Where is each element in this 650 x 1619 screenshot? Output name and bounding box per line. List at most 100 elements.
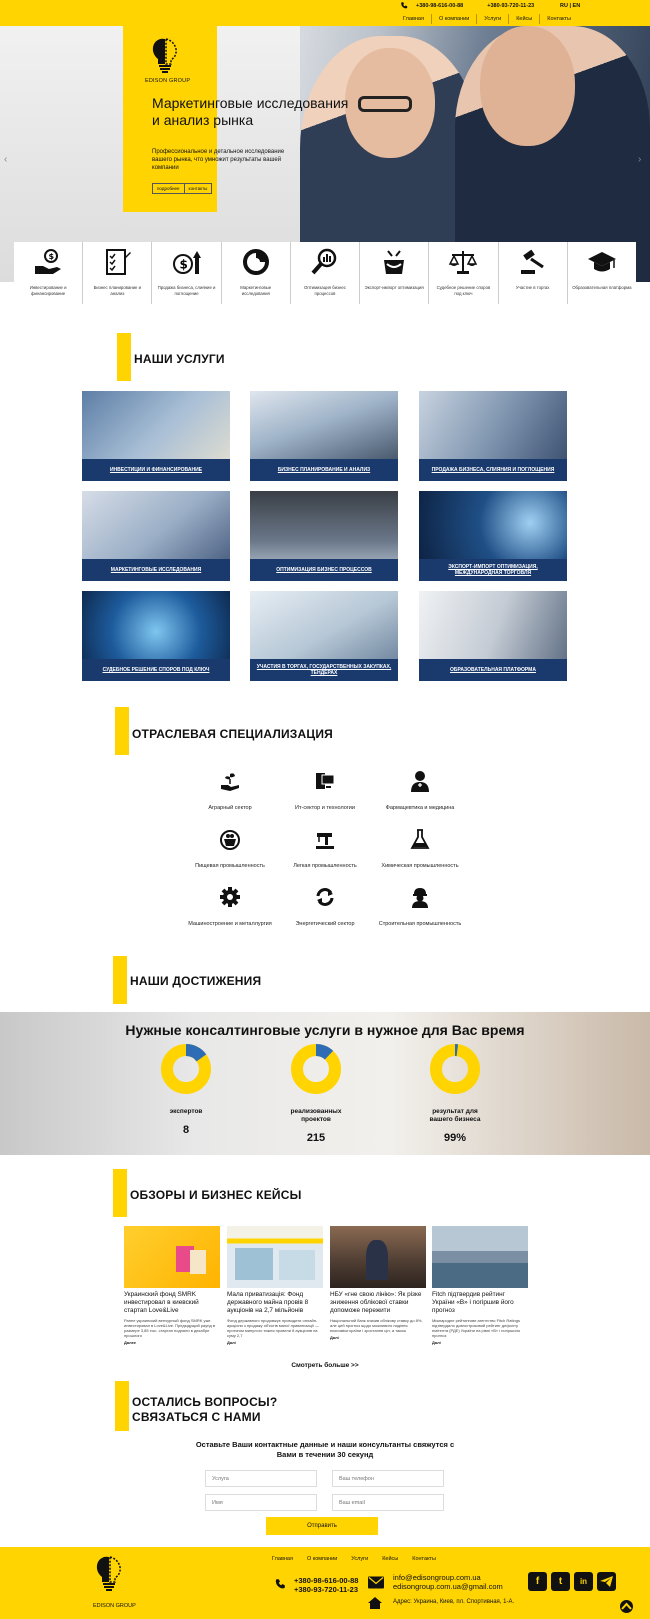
review-card[interactable]: НБУ «гне свою лінію»: Як різке зниження … [330,1226,426,1340]
service-card[interactable]: УЧАСТИЯ В ТОРГАХ, ГОСУДАРСТВЕННЫХ ЗАКУПК… [250,591,398,681]
service-card[interactable]: ИНВЕСТИЦИИ И ФИНАНСИРОВАНИЕ [82,391,230,481]
service-card-label[interactable]: СУДЕБНОЕ РЕШЕНИЕ СПОРОВ ПОД КЛЮЧ [97,667,216,673]
see-more-link[interactable]: Смотреть больше >> [0,1362,650,1369]
strip-item[interactable]: $ Инвестирование и финансирование [14,242,84,304]
service-card-label[interactable]: ОБРАЗОВАТЕЛЬНАЯ ПЛАТФОРМА [444,667,542,673]
review-more-link[interactable]: Далі [330,1335,426,1340]
review-more-link[interactable]: Далі [432,1340,528,1345]
lightbulb-logo-icon[interactable] [96,1555,124,1591]
footer-nav-services[interactable]: Услуги [351,1556,368,1562]
service-card[interactable]: ПРОДАЖА БИЗНЕСА, СЛИЯНИЯ И ПОГЛОЩЕНИЯ [419,391,567,481]
twitter-icon[interactable]: t [551,1572,570,1591]
footer-phone-2[interactable]: +380-93-720-11-23 [294,1585,358,1594]
footer-nav-cases[interactable]: Кейсы [382,1556,398,1562]
header-phone-2[interactable]: +380-93-720-11-23 [487,3,534,9]
slider-prev-icon[interactable]: ‹ [4,154,12,165]
strip-item[interactable]: Судебное решение споров под ключ [429,242,499,304]
review-title[interactable]: Украинский фонд SMRK инвестировал в киев… [124,1291,220,1315]
service-card-label[interactable]: ЭКСПОРТ-ИМПОРТ ОПТИМИЗАЦИЯ, МЕЖДУНАРОДНА… [419,564,567,576]
hero-more-button[interactable]: подробнее [152,183,185,194]
service-card[interactable]: СУДЕБНОЕ РЕШЕНИЕ СПОРОВ ПОД КЛЮЧ [82,591,230,681]
spec-label: Ит-сектор и технологии [295,805,355,811]
service-card-label[interactable]: УЧАСТИЯ В ТОРГАХ, ГОСУДАРСТВЕННЫХ ЗАКУПК… [250,664,398,676]
service-card-label[interactable]: МАРКЕТИНГОВЫЕ ИССЛЕДОВАНИЯ [105,567,207,573]
review-title[interactable]: Fitch підтвердив рейтинг України «B» і п… [432,1291,528,1315]
service-card-label[interactable]: ИНВЕСТИЦИИ И ФИНАНСИРОВАНИЕ [104,467,208,473]
review-title[interactable]: НБУ «гне свою лінію»: Як різке зниження … [330,1291,426,1315]
specialization-title: ОТРАСЛЕВАЯ СПЕЦИАЛИЗАЦИЯ [132,727,334,741]
nav-home[interactable]: Главная [396,14,431,24]
review-title[interactable]: Мала приватизація: Фонд державного майна… [227,1291,323,1315]
footer-email-2[interactable]: edisongroup.com.ua@gmail.com [393,1582,503,1591]
strip-label: Оптимизация бизнес процессов [304,285,346,296]
strip-item[interactable]: Бизнес планирование и анализ [83,242,153,304]
review-more-link[interactable]: Далее [124,1340,220,1345]
strip-item[interactable]: Маркетинговые исследования [222,242,291,304]
strip-item[interactable]: Экспорт-импорт оптимизация [360,242,430,304]
review-more-link[interactable]: Далі [227,1340,323,1345]
strip-item[interactable]: Оптимизация бизнес процессов [291,242,361,304]
food-basket-icon [220,830,240,850]
strip-item[interactable]: Участие в торгах [499,242,568,304]
service-card[interactable]: ОБРАЗОВАТЕЛЬНАЯ ПЛАТФОРМА [419,591,567,681]
sewing-machine-icon [316,833,334,849]
money-hand-icon: $ [35,249,62,274]
nav-services[interactable]: Услуги [476,14,508,24]
submit-button[interactable]: Отправить [266,1517,378,1535]
spec-item: Легкая промышленность [270,828,380,869]
nav-cases[interactable]: Кейсы [508,14,539,24]
review-image[interactable] [227,1226,323,1288]
name-field[interactable] [205,1494,317,1511]
telegram-plane-icon [600,1576,613,1587]
scroll-to-top-button[interactable] [618,1598,635,1615]
hero-buttons: подробнее контакты [152,183,213,194]
footer-email-1[interactable]: info@edisongroup.com.ua [393,1573,503,1582]
linkedin-icon[interactable]: in [574,1572,593,1591]
review-desc: Ранее украинский венчурный фонд SMRK уже… [124,1318,215,1338]
contact-title-1: ОСТАЛИСЬ ВОПРОСЫ? [132,1395,278,1409]
facebook-icon[interactable]: f [528,1572,547,1591]
spec-item: Фармацевтика и медицина [365,770,475,811]
doctor-icon [411,771,429,792]
service-card[interactable]: БИЗНЕС ПЛАНИРОВАНИЕ И АНАЛИЗ [250,391,398,481]
footer-nav-home[interactable]: Главная [272,1556,293,1562]
service-card[interactable]: ЭКСПОРТ-ИМПОРТ ОПТИМИЗАЦИЯ, МЕЖДУНАРОДНА… [419,491,567,581]
service-card-label[interactable]: БИЗНЕС ПЛАНИРОВАНИЕ И АНАЛИЗ [272,467,376,473]
review-card[interactable]: Украинский фонд SMRK инвестировал в киев… [124,1226,220,1345]
service-card-label[interactable]: ПРОДАЖА БИЗНЕСА, СЛИЯНИЯ И ПОГЛОЩЕНИЯ [426,467,561,473]
strip-label: Маркетинговые исследования [240,285,272,296]
phone-field[interactable] [332,1470,444,1487]
language-switcher[interactable]: RU | EN [560,3,580,9]
spec-label: Энергетический сектор [295,921,355,927]
header-phone-1[interactable]: +380-98-616-00-88 [416,3,463,9]
nav-contacts[interactable]: Контакты [539,14,578,24]
header-phones: +380-98-616-00-88 +380-93-720-11-23 [416,3,534,9]
service-field[interactable] [205,1470,317,1487]
review-card[interactable]: Мала приватизація: Фонд державного майна… [227,1226,323,1345]
review-image[interactable] [330,1226,426,1288]
service-card-label[interactable]: ОПТИМИЗАЦИЯ БИЗНЕС ПРОЦЕССОВ [270,567,377,573]
strip-item[interactable]: $ Продажа бизнеса, слияние и поглощение [152,242,222,304]
strip-label: Образовательная платформа [572,285,632,290]
service-card[interactable]: МАРКЕТИНГОВЫЕ ИССЛЕДОВАНИЯ [82,491,230,581]
checklist-icon [106,249,132,275]
spec-item: Аграрный сектор [175,770,285,811]
slider-next-icon[interactable]: › [638,154,646,165]
footer-phone-1[interactable]: +380-98-616-00-88 [294,1576,358,1585]
review-image[interactable] [432,1226,528,1288]
review-card[interactable]: Fitch підтвердив рейтинг України «B» і п… [432,1226,528,1345]
service-card[interactable]: ОПТИМИЗАЦИЯ БИЗНЕС ПРОЦЕССОВ [250,491,398,581]
spec-label: Пищевая промышленность [195,863,265,869]
review-image[interactable] [124,1226,220,1288]
phone-icon [275,1579,285,1589]
hero-contacts-button[interactable]: контакты [184,183,213,194]
telegram-icon[interactable] [597,1572,616,1591]
strip-label: Инвестирование и финансирование [29,285,67,296]
nav-about[interactable]: О компании [430,14,476,24]
footer-nav-about[interactable]: О компании [307,1556,337,1562]
footer-nav-contacts[interactable]: Контакты [412,1556,436,1562]
email-field[interactable] [332,1494,444,1511]
strip-item[interactable]: Образовательная платформа [568,242,636,304]
lightbulb-logo-icon[interactable] [152,37,180,73]
plant-hand-icon [221,773,239,791]
